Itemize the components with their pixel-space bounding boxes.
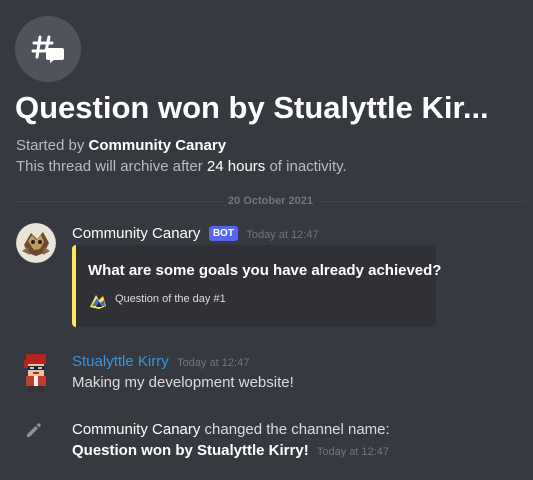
canary-icon (90, 295, 106, 309)
message-text: Making my development website! (72, 374, 294, 391)
pencil-icon (27, 423, 41, 437)
avatar[interactable] (16, 352, 56, 392)
bot-tag: BOT (208, 226, 238, 241)
archive-prefix: This thread will archive after (16, 158, 203, 175)
archive-notice: This thread will archive after 24 hours … (16, 157, 347, 177)
thread-icon (15, 16, 81, 82)
thread-title: Question won by Stualyttle Kir... (15, 90, 489, 125)
timestamp[interactable]: Today at 12:47 (317, 446, 389, 458)
system-message-detail: Question won by Stualyttle Kirry! Today … (72, 441, 389, 462)
started-by-name[interactable]: Community Canary (89, 137, 227, 154)
avatar[interactable] (16, 223, 56, 263)
message-header: Stualyttle Kirry Today at 12:47 (72, 353, 249, 371)
timestamp[interactable]: Today at 12:47 (177, 357, 249, 369)
author-name[interactable]: Stualyttle Kirry (72, 353, 169, 370)
canary-avatar (16, 223, 56, 263)
system-message: Community Canary changed the channel nam… (72, 420, 390, 440)
threads-hash-icon (31, 35, 64, 63)
embed-title: What are some goals you have already ach… (88, 262, 442, 279)
embed: What are some goals you have already ach… (72, 245, 441, 327)
system-action: changed the channel name: (204, 421, 390, 438)
date-divider-label: 20 October 2021 (222, 194, 319, 208)
message-header: Community Canary BOT Today at 12:47 (72, 225, 319, 243)
pixel-avatar (24, 354, 46, 392)
embed-footer-text: Question of the day #1 (115, 293, 226, 305)
author-name[interactable]: Community Canary (72, 225, 200, 242)
thread-starter: Started by Community Canary (16, 136, 226, 156)
date-divider: 20 October 2021 (16, 194, 525, 208)
new-channel-name: Question won by Stualyttle Kirry! (72, 442, 309, 459)
system-actor[interactable]: Community Canary (72, 421, 200, 438)
started-prefix: Started by (16, 137, 85, 154)
timestamp[interactable]: Today at 12:47 (246, 229, 318, 241)
archive-suffix: of inactivity. (269, 158, 347, 175)
archive-duration: 24 hours (206, 158, 266, 175)
